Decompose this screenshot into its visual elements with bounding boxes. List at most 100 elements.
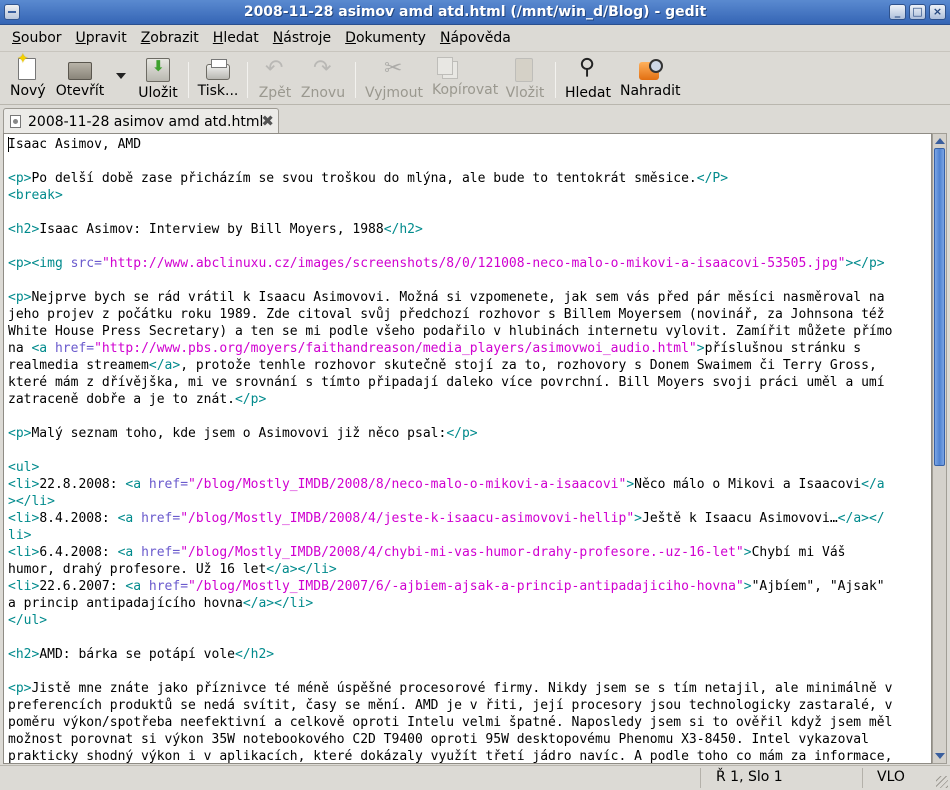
code-line: <p>Po delší době zase přicházím se svou …: [8, 171, 728, 186]
redo-icon: [311, 56, 335, 82]
save-icon: [146, 57, 170, 82]
close-window-button[interactable]: ×: [929, 4, 946, 20]
code-line: <p>Jistě mne znáte jako příznivce té mén…: [8, 681, 892, 696]
scrollbar-thumb[interactable]: [934, 148, 945, 466]
tab-label: 2008-11-28 asimov amd atd.html: [28, 114, 264, 130]
binoculars-icon: [576, 55, 600, 82]
code-token: ></li>: [8, 494, 55, 509]
open-recent-dropdown-icon[interactable]: [116, 73, 126, 79]
folder-icon: [68, 62, 92, 80]
code-line: zatraceně dobře a je to znát.</p>: [8, 392, 266, 407]
code-token: Po delší době zase přicházím se svou tro…: [31, 171, 697, 186]
menu-hledat[interactable]: Hledat: [206, 26, 266, 50]
code-token: </ul>: [8, 613, 48, 628]
print-button[interactable]: Tisk...: [196, 58, 240, 99]
open-button[interactable]: Otevřít: [52, 58, 108, 99]
code-token: , protože tenhle rozhovor skutečně stojí…: [180, 358, 877, 373]
maximize-button[interactable]: □: [909, 4, 926, 20]
clipboard-icon: [515, 58, 533, 82]
code-token: na: [8, 341, 32, 356]
code-line: které mám z dřívějška, mi ve srovnání s …: [8, 375, 885, 390]
code-token: <p>: [8, 426, 32, 441]
code-token: Isaac Asimov, AMD: [8, 137, 142, 152]
code-token: "http://www.pbs.org/moyers/faithandreaso…: [94, 341, 697, 356]
document-tab[interactable]: 2008-11-28 asimov amd atd.html ✖: [3, 108, 279, 134]
code-token: <a: [31, 341, 55, 356]
code-token: </P>: [696, 171, 729, 186]
code-token: ></p>: [845, 256, 885, 271]
minimize-button[interactable]: _: [889, 4, 906, 20]
insert-mode[interactable]: VLO: [877, 769, 905, 785]
code-token: 8.4.2008:: [39, 511, 118, 526]
code-token: <p>: [8, 290, 32, 305]
code-token: 6.4.2008:: [39, 545, 118, 560]
code-token: Isaac Asimov: Interview by Bill Moyers, …: [39, 222, 384, 237]
scissors-icon: [382, 56, 406, 82]
copy-button[interactable]: Kopírovat: [432, 57, 498, 98]
code-token: </a>: [148, 358, 181, 373]
menu-zobrazit[interactable]: Zobrazit: [134, 26, 206, 50]
code-token: realmedia streamem: [8, 358, 149, 373]
menu-soubor[interactable]: Soubor: [5, 26, 69, 50]
resize-grip-icon[interactable]: [936, 776, 948, 788]
menu-bar: Soubor Upravit Zobrazit Hledat Nástroje …: [0, 26, 950, 50]
code-line: <li>6.4.2008: <a href="/blog/Mostly_IMDB…: [8, 545, 846, 560]
menu-nastroje[interactable]: Nástroje: [266, 26, 338, 50]
paste-button[interactable]: Vložit: [503, 58, 547, 101]
code-token: "/blog/Mostly_IMDB/2008/8/neco-malo-o-mi…: [188, 477, 627, 492]
code-token: možnost porovnat si výkon 35W notebookov…: [8, 732, 869, 747]
menu-upravit[interactable]: Upravit: [69, 26, 134, 50]
code-token: preferencích produktů se nedá svítit, ča…: [8, 698, 893, 713]
code-line: </ul>: [8, 613, 47, 628]
code-line: White House Press Secretary) a ten se mi…: [8, 324, 892, 339]
toolbar-separator: [355, 62, 356, 98]
code-token: >: [696, 341, 705, 356]
copy-icon: [437, 57, 458, 79]
menu-napoveda[interactable]: Nápověda: [433, 26, 518, 50]
code-token: Jistě mne znáte jako příznivce té méně ú…: [31, 681, 893, 696]
text-editor[interactable]: Isaac Asimov, AMD <p>Po delší době zase …: [3, 133, 932, 764]
cursor-position: Ř 1, Slo 1: [716, 769, 783, 785]
code-token: <li>: [8, 545, 40, 560]
redo-button[interactable]: Znovu: [300, 56, 346, 101]
editor-text[interactable]: Isaac Asimov, AMD <p>Po delší době zase …: [4, 134, 931, 763]
code-line: Isaac Asimov, AMD: [8, 137, 141, 152]
status-divider: [700, 768, 701, 788]
code-token: </a: [861, 477, 885, 492]
code-token: >: [634, 511, 642, 526]
code-token: <a: [117, 545, 142, 560]
menu-dokumenty[interactable]: Dokumenty: [338, 26, 433, 50]
close-tab-icon[interactable]: ✖: [261, 112, 274, 130]
code-token: <li>: [8, 579, 40, 594]
scroll-up-icon[interactable]: [935, 138, 945, 144]
new-button[interactable]: Nový: [10, 51, 46, 99]
code-token: </a></li>: [266, 562, 337, 577]
document-tab-bar: 2008-11-28 asimov amd atd.html ✖: [0, 106, 950, 134]
code-token: <a: [117, 511, 142, 526]
cut-button[interactable]: Vyjmout: [364, 56, 424, 101]
code-token: <a: [125, 477, 149, 492]
code-line: preferencích produktů se nedá svítit, ča…: [8, 698, 892, 713]
code-line: a princip antipadajícího hovna</a></li>: [8, 596, 313, 611]
replace-button[interactable]: Nahradit: [620, 58, 681, 99]
code-token: poměru výkon/spotřeba neefektivní a celk…: [8, 715, 893, 730]
code-token: zatraceně dobře a je to znát.: [8, 392, 235, 407]
code-line: <h2>AMD: bárka se potápí vole</h2>: [8, 647, 274, 662]
toolbar-separator: [247, 62, 248, 98]
code-line: <h2>Isaac Asimov: Interview by Bill Moye…: [8, 222, 423, 237]
code-line: jeho projev z počátku roku 1989. Zde cit…: [8, 307, 885, 322]
vertical-scrollbar[interactable]: [932, 133, 947, 764]
code-token: </a></li>: [242, 596, 314, 611]
find-button[interactable]: Hledat: [564, 55, 612, 101]
code-token: Nejprve bych se rád vrátil k Isaacu Asim…: [31, 290, 885, 305]
scroll-down-icon[interactable]: [935, 753, 945, 759]
save-button[interactable]: Uložit: [136, 57, 180, 101]
code-token: "/blog/Mostly_IMDB/2008/4/chybi-mi-vas-h…: [180, 545, 744, 560]
code-token: href=: [141, 511, 181, 526]
replace-icon: [639, 59, 663, 80]
code-token: 22.6.2007:: [39, 579, 126, 594]
code-token: <a: [125, 579, 149, 594]
status-bar: Ř 1, Slo 1 VLO: [0, 765, 950, 790]
undo-button[interactable]: Zpět: [255, 56, 295, 101]
code-line: <li>8.4.2008: <a href="/blog/Mostly_IMDB…: [8, 511, 885, 526]
